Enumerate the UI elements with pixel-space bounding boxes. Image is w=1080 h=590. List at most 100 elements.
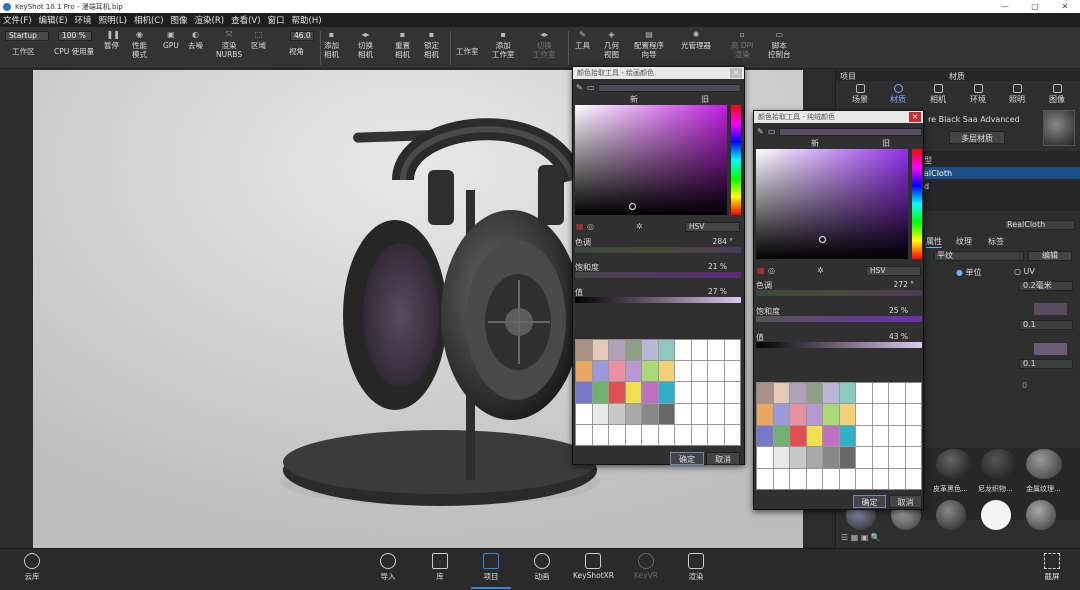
tab-lighting[interactable]: 照明 [999,84,1035,105]
color-swatch[interactable] [642,424,658,445]
tab-environment[interactable]: 环境 [960,84,996,105]
ok-button[interactable]: 确定 [853,495,886,508]
color-swatch[interactable] [609,340,625,361]
library-ball[interactable] [1026,500,1056,530]
color-swatch[interactable] [642,361,658,382]
color-swatch[interactable] [806,447,822,468]
toolbar-script-console[interactable]: ▭ 脚本 控制台 [768,30,791,59]
close-button[interactable]: ✕ [1050,0,1080,13]
color-swatch[interactable] [856,447,872,468]
menu-camera[interactable]: 相机(C) [134,14,164,26]
color-swatch[interactable] [856,425,872,447]
color-swatch[interactable] [823,425,839,447]
color-swatch[interactable] [592,382,608,403]
tab-image[interactable]: 图像 [1039,84,1075,105]
color-swatch[interactable] [790,468,806,489]
menu-lighting[interactable]: 照明(L) [99,14,127,26]
color-swatch[interactable] [823,468,839,489]
color-swatch[interactable] [790,425,806,447]
color-swatch[interactable] [609,403,625,424]
swatch-grid[interactable] [575,339,741,446]
color-swatch[interactable] [823,404,839,425]
menu-image[interactable]: 图像 [171,14,188,26]
color-swatch[interactable] [757,404,773,425]
color-swatch[interactable] [708,361,724,382]
color-swatch[interactable] [806,425,822,447]
color-swatch[interactable] [872,383,888,404]
library-ball[interactable] [936,500,966,530]
color-swatch[interactable] [839,447,855,468]
color-swatch[interactable] [806,404,822,425]
color-swatch[interactable] [773,404,789,425]
color-swatch[interactable] [642,340,658,361]
color-swatch[interactable] [609,424,625,445]
wheel-icon[interactable]: ◎ [587,222,594,231]
color-swatch[interactable] [773,468,789,489]
saturation-slider[interactable] [756,316,922,322]
menu-file[interactable]: 文件(F) [3,14,32,26]
palette-icon[interactable]: ▦ [757,266,765,275]
value-field-3[interactable]: 0 [1022,381,1027,390]
tree-item[interactable]: 型 [924,155,932,166]
edit-button[interactable]: 编辑 [1028,251,1072,261]
toolbar-cpu-usage[interactable]: CPU 使用量 [54,47,94,56]
material-type-field[interactable]: RealCloth [1004,220,1075,230]
color-swatch[interactable] [592,424,608,445]
color-swatch[interactable] [576,424,592,445]
color-swatch[interactable] [675,382,691,403]
color-swatch[interactable] [576,382,592,403]
picker-icon[interactable]: ▭ [587,83,595,92]
color-swatch[interactable] [708,340,724,361]
color-swatch[interactable] [889,383,905,404]
color-swatch[interactable] [625,340,641,361]
saturation-value[interactable]: 25 % [874,306,908,315]
color-swatch[interactable] [724,340,740,361]
color-swatch[interactable] [872,447,888,468]
subtab-properties[interactable]: 属性 [926,236,942,248]
toolbar-nurbs[interactable]: ⤧ 渲染 NURBS [216,30,242,59]
color-swatch[interactable] [658,424,674,445]
color-swatch[interactable] [642,403,658,424]
color-swatch[interactable] [823,447,839,468]
color-swatch[interactable] [839,404,855,425]
tab-material[interactable]: 材质 [880,84,916,105]
wheel-icon[interactable]: ◎ [768,266,775,275]
color-swatch[interactable] [658,382,674,403]
color-swatch[interactable] [708,403,724,424]
color-mode-select[interactable]: HSV [866,266,921,276]
library-ball-leather[interactable] [936,449,972,479]
color-swatch-2[interactable] [1034,343,1067,355]
cancel-button[interactable]: 取消 [706,452,740,465]
ok-button[interactable]: 确定 [670,452,704,465]
color-swatch[interactable] [757,468,773,489]
toolbar-add-studio[interactable]: ▪ 添加 工作室 [492,30,515,59]
color-swatch[interactable] [823,383,839,404]
toolbar-geometry-view[interactable]: ◈ 几何 视图 [604,30,619,59]
toolbar-hidpi[interactable]: ▫ 高 DPI 渲染 [731,30,753,59]
library-ball-nylon[interactable] [981,449,1017,479]
toolbar-studio[interactable]: 工作室 [456,47,479,56]
color-swatch[interactable] [576,361,592,382]
keyvr-button[interactable]: KeyVR [626,553,666,580]
color-swatch[interactable] [724,382,740,403]
color-swatch[interactable] [872,468,888,489]
subtab-labels[interactable]: 标签 [988,236,1004,247]
color-swatch[interactable] [806,383,822,404]
color-swatch[interactable] [675,424,691,445]
unit-radio[interactable]: ● 单位 [956,267,982,278]
color-swatch[interactable] [691,403,707,424]
hue-strip[interactable] [912,149,922,259]
color-swatch[interactable] [757,447,773,468]
color-swatch[interactable] [576,340,592,361]
color-swatch[interactable] [773,425,789,447]
color-swatch[interactable] [757,425,773,447]
library-button[interactable]: 库 [420,553,460,582]
color-swatch[interactable] [675,403,691,424]
menu-render[interactable]: 渲染(R) [195,14,225,26]
menu-view[interactable]: 查看(V) [231,14,260,26]
color-swatch[interactable] [592,340,608,361]
keyshotxr-button[interactable]: KeyShotXR [573,553,614,580]
menu-window[interactable]: 窗口 [268,14,285,26]
color-swatch[interactable] [658,361,674,382]
color-swatch[interactable] [905,468,921,489]
